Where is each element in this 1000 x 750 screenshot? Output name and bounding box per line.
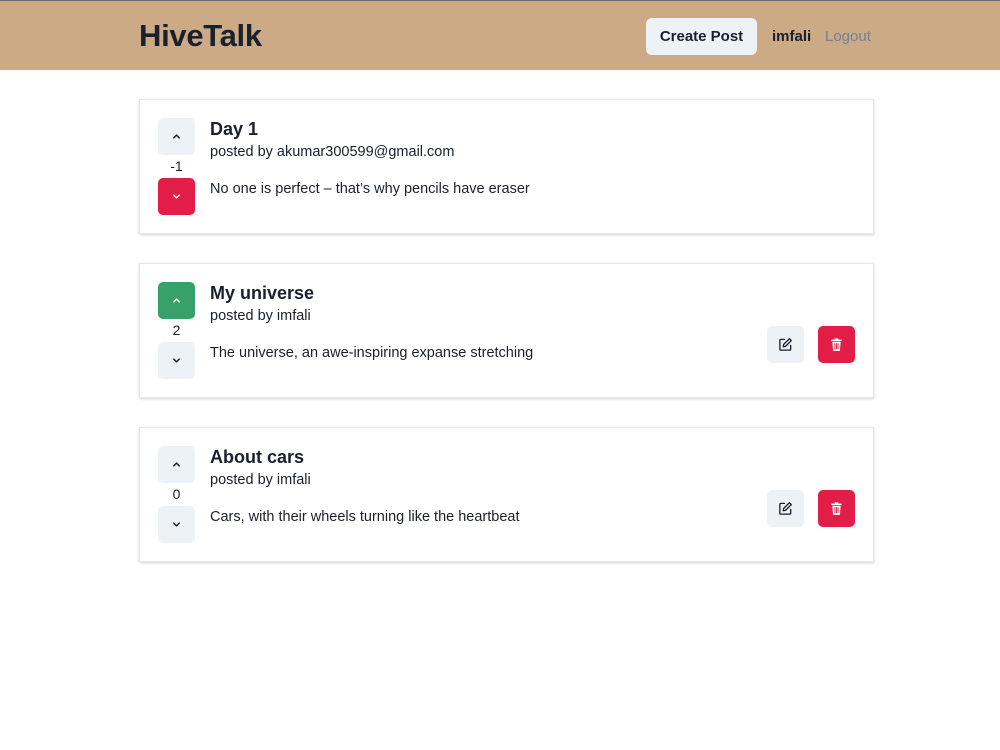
- vote-score: 2: [172, 322, 181, 338]
- post-byline: posted by imfali: [210, 472, 311, 488]
- post-card: 0 About cars posted by imfali Cars, with…: [139, 427, 874, 562]
- post-body: No one is perfect – that’s why pencils h…: [210, 181, 530, 197]
- chevron-down-icon: [173, 358, 180, 363]
- chevron-up-icon: [173, 134, 180, 139]
- trash-icon: [831, 338, 842, 351]
- chevron-down-icon: [173, 194, 180, 199]
- edit-icon: [779, 502, 792, 515]
- upvote-button[interactable]: [158, 446, 195, 483]
- chevron-down-icon: [173, 522, 180, 527]
- trash-icon: [831, 502, 842, 515]
- upvote-button[interactable]: [158, 118, 195, 155]
- post-card: 2 My universe posted by imfali The unive…: [139, 263, 874, 398]
- delete-post-button[interactable]: [818, 490, 855, 527]
- delete-post-button[interactable]: [818, 326, 855, 363]
- logout-link[interactable]: Logout: [825, 28, 871, 45]
- post-title: Day 1: [210, 119, 259, 139]
- post-card: -1 Day 1 posted by akumar300599@gmail.co…: [139, 99, 874, 234]
- post-body: The universe, an awe-inspiring expanse s…: [210, 345, 534, 361]
- downvote-button[interactable]: [158, 506, 195, 543]
- edit-icon: [779, 338, 792, 351]
- downvote-button[interactable]: [158, 178, 195, 215]
- edit-post-button[interactable]: [767, 490, 804, 527]
- chevron-up-icon: [173, 462, 180, 467]
- vote-score: 0: [172, 486, 181, 502]
- create-post-button[interactable]: Create Post: [646, 18, 757, 55]
- post-byline: posted by akumar300599@gmail.com: [210, 144, 455, 160]
- chevron-up-icon: [173, 298, 180, 303]
- post-title: My universe: [210, 283, 315, 303]
- upvote-button[interactable]: [158, 282, 195, 319]
- edit-post-button[interactable]: [767, 326, 804, 363]
- top-navbar: HiveTalk Create Post imfali Logout: [0, 0, 1000, 70]
- current-username: imfali: [772, 28, 812, 45]
- post-body: Cars, with their wheels turning like the…: [210, 509, 520, 525]
- brand-logo[interactable]: HiveTalk: [139, 18, 262, 54]
- post-byline: posted by imfali: [210, 308, 311, 324]
- downvote-button[interactable]: [158, 342, 195, 379]
- post-title: About cars: [210, 447, 305, 467]
- vote-score: -1: [170, 158, 183, 174]
